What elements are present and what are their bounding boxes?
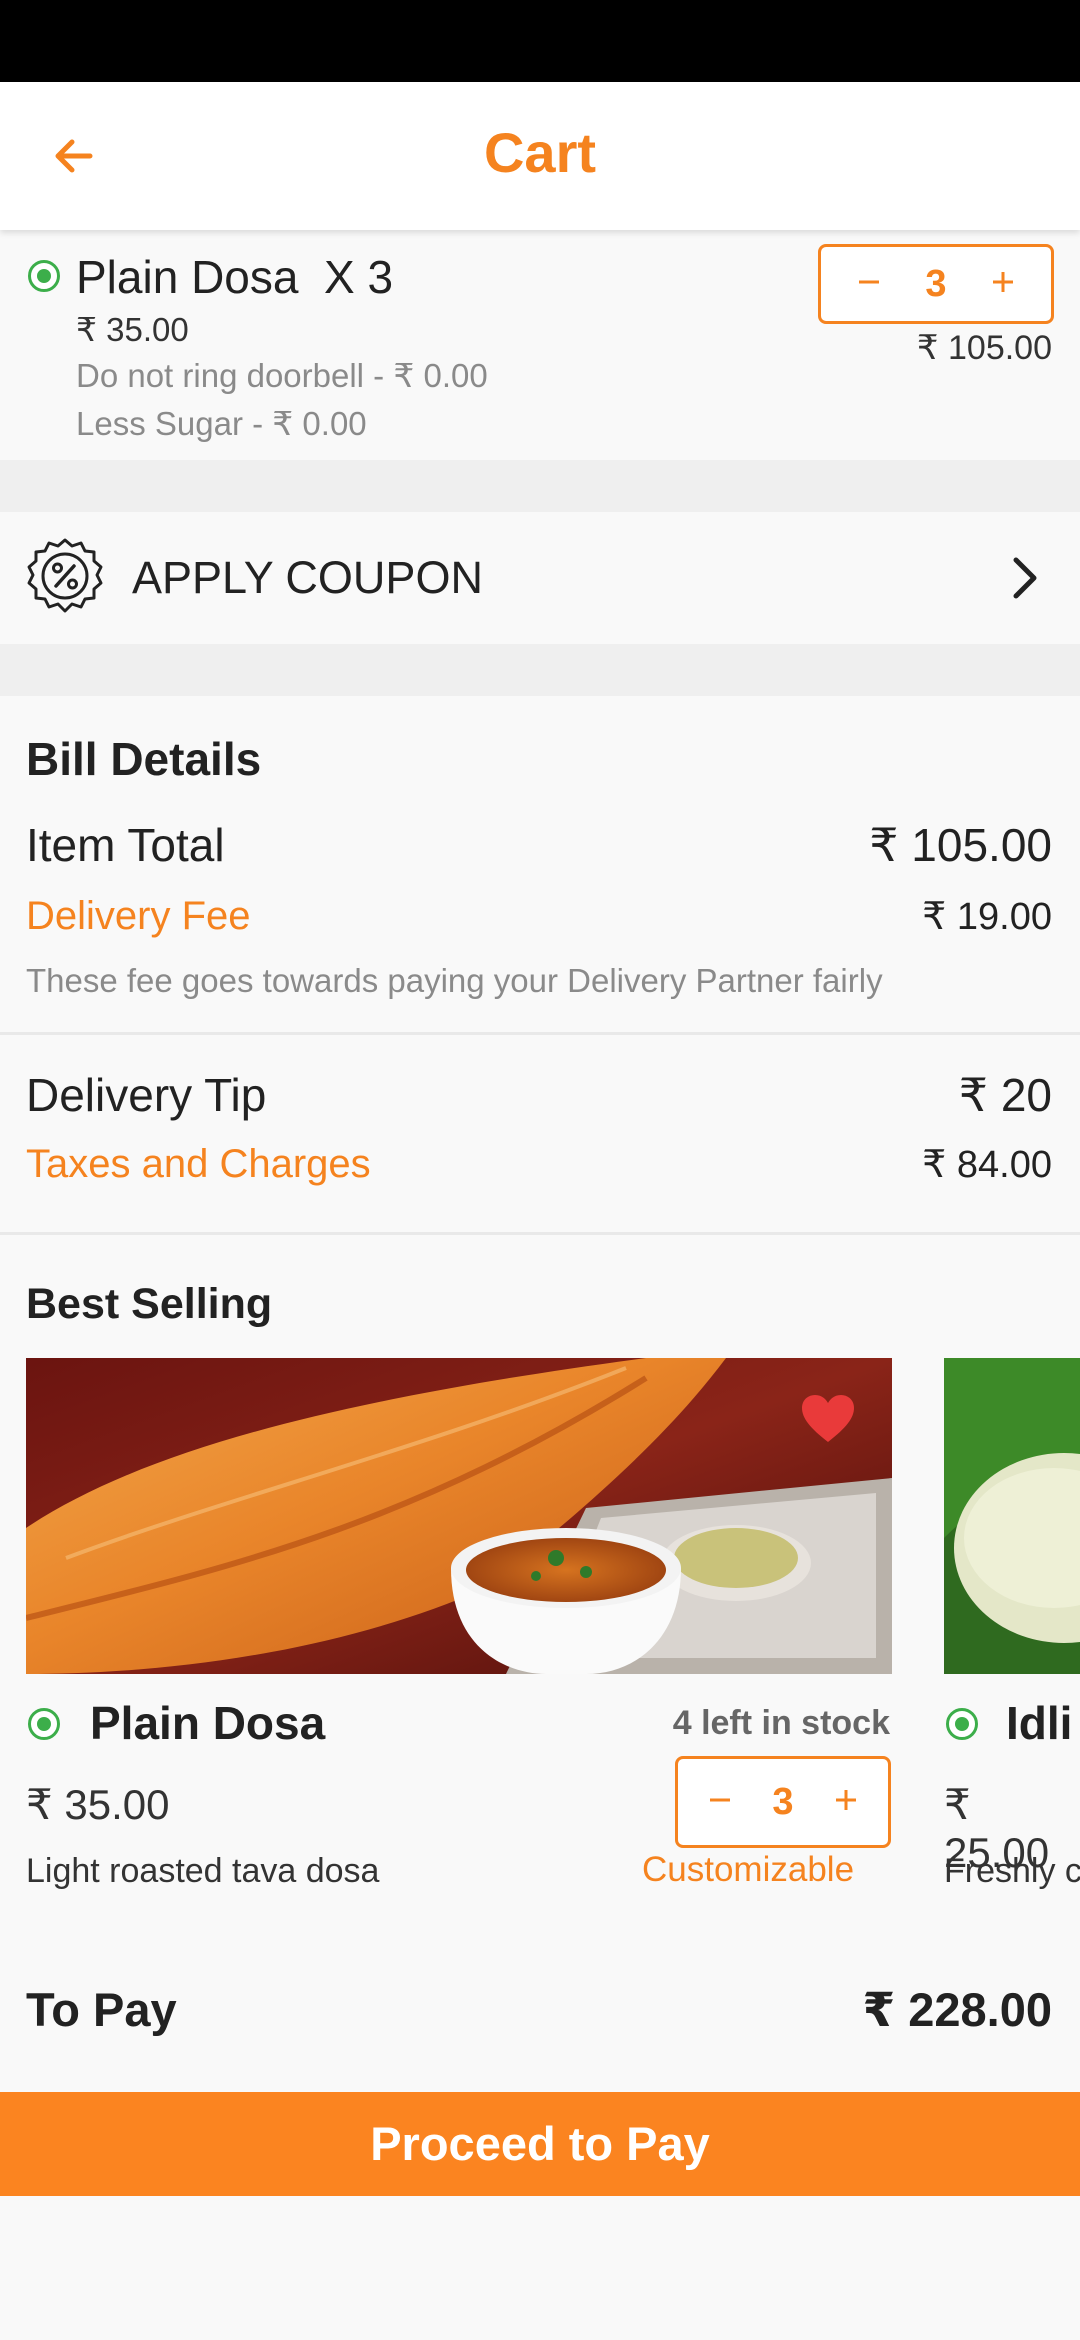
to-pay-label: To Pay	[26, 1983, 177, 2036]
veg-indicator-icon	[28, 260, 60, 292]
app-bar: Cart	[0, 82, 1080, 230]
delivery-tip-value: ₹ 20	[958, 1069, 1052, 1121]
bill-details-title: Bill Details	[26, 733, 262, 785]
idli-image[interactable]	[944, 1358, 1080, 1674]
plus-icon	[992, 271, 1013, 292]
best-selling-title: Best Selling	[26, 1280, 273, 1328]
best-item-name: Plain Dosa	[90, 1697, 326, 1749]
best-item-description: Light roasted tava dosa	[26, 1852, 380, 1890]
best-item-price: ₹ 35.00	[26, 1781, 170, 1828]
delivery-fee-label[interactable]: Delivery Fee	[26, 894, 251, 939]
cart-item-price: ₹ 35.00	[76, 311, 189, 348]
cart-item: Plain Dosa X 3 ₹ 35.00 Do not ring doorb…	[0, 230, 1080, 460]
chevron-right-icon	[1013, 557, 1037, 599]
coupon-badge-icon	[27, 538, 103, 613]
decrease-button[interactable]	[849, 269, 889, 300]
cart-item-qty-label: X 3	[324, 251, 394, 303]
divider	[0, 1232, 1080, 1235]
minus-icon	[859, 280, 879, 283]
bill-details: Bill Details Item Total ₹ 105.00 Deliver…	[0, 696, 1080, 1236]
plain-dosa-image[interactable]	[26, 1358, 892, 1674]
section-gap	[0, 644, 1080, 696]
best-item-quantity-stepper: 3	[675, 1756, 891, 1848]
apply-coupon-row[interactable]: APPLY COUPON	[0, 512, 1080, 644]
cart-item-addon: Do not ring doorbell - ₹ 0.00	[76, 357, 488, 394]
section-gap	[0, 460, 1080, 512]
item-total-value: ₹ 105.00	[869, 819, 1052, 871]
apply-coupon-label: APPLY COUPON	[132, 552, 483, 603]
increase-button[interactable]	[826, 1787, 866, 1818]
best-item-name: Idli	[1006, 1697, 1073, 1749]
delivery-fee-value: ₹ 19.00	[922, 896, 1052, 938]
quantity-value: 3	[772, 1780, 794, 1823]
delivery-tip-label: Delivery Tip	[26, 1069, 267, 1121]
cart-item-total: ₹ 105.00	[916, 329, 1052, 367]
best-item-description: Freshly c	[944, 1852, 1080, 1890]
increase-button[interactable]	[983, 269, 1023, 300]
page-title: Cart	[483, 121, 597, 184]
best-item-card-partial: Idli ₹ 25.00 Freshly c	[944, 1690, 1080, 1890]
veg-indicator-icon	[946, 1708, 978, 1740]
customizable-label[interactable]: Customizable	[642, 1850, 854, 1890]
to-pay-value: ₹ 228.00	[862, 1983, 1052, 2036]
quantity-value: 3	[925, 262, 947, 305]
decrease-button[interactable]	[700, 1787, 740, 1818]
taxes-charges-value: ₹ 84.00	[922, 1144, 1052, 1186]
divider	[0, 1032, 1080, 1035]
delivery-fee-note: These fee goes towards paying your Deliv…	[26, 962, 883, 999]
plus-icon	[835, 1789, 856, 1810]
taxes-charges-label[interactable]: Taxes and Charges	[26, 1142, 371, 1187]
cart-item-title: Plain Dosa X 3	[76, 250, 393, 304]
minus-icon	[710, 1798, 730, 1801]
status-bar	[0, 0, 1080, 82]
stock-status: 4 left in stock	[672, 1704, 890, 1742]
cart-item-addon: Less Sugar - ₹ 0.00	[76, 405, 367, 442]
veg-indicator-icon	[28, 1708, 60, 1740]
cart-item-name: Plain Dosa	[76, 251, 299, 303]
heart-icon[interactable]	[800, 1394, 856, 1444]
cart-quantity-stepper: 3	[818, 244, 1054, 324]
item-total-label: Item Total	[26, 819, 225, 871]
proceed-to-pay-button[interactable]: Proceed to Pay	[0, 2092, 1080, 2196]
